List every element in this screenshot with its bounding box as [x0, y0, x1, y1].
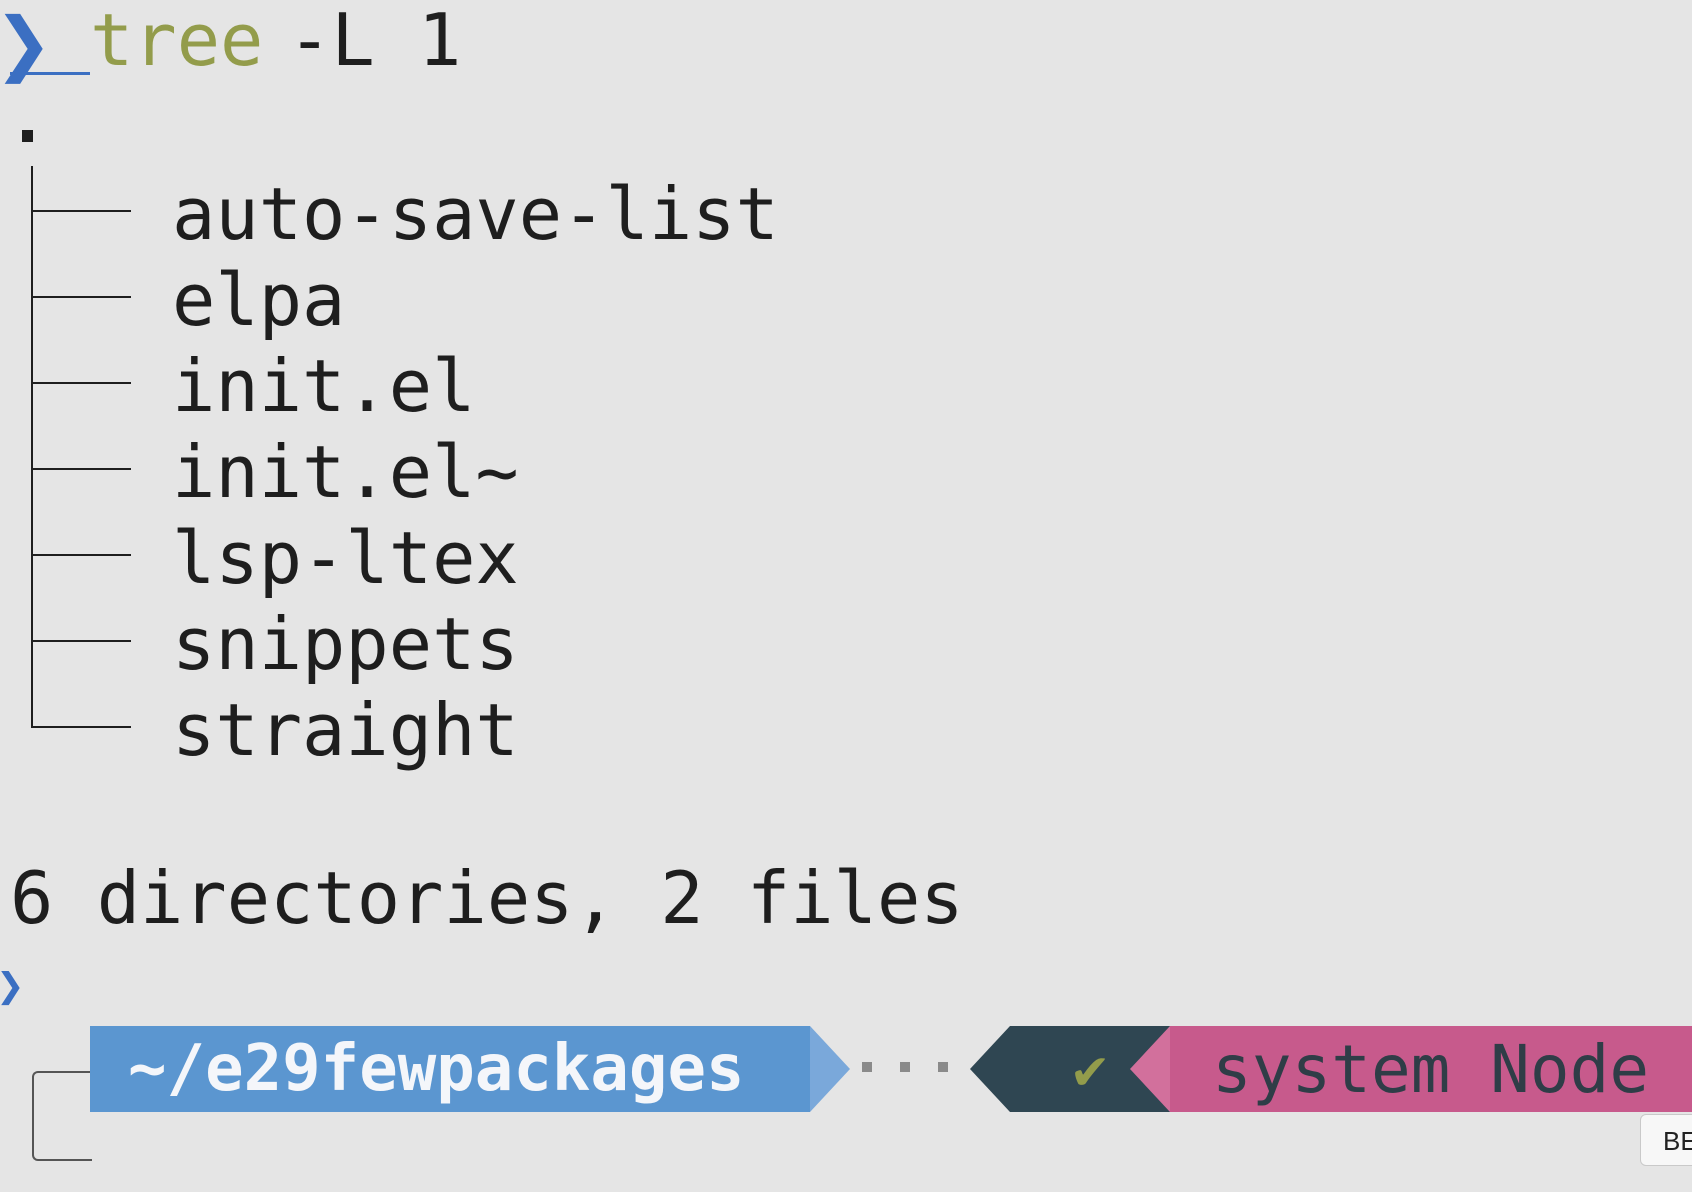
powerline-path-segment: ~/e29fewpackages — [90, 1026, 810, 1112]
tree-item-straight: straight — [172, 688, 519, 772]
node-version-label: system Node — [1212, 1030, 1650, 1108]
powerline-separator-arrow — [810, 1026, 850, 1112]
tree-connector — [31, 640, 131, 642]
powerline-separator-arrow — [970, 1026, 1010, 1112]
tree-item-auto-save-list: auto-save-list — [172, 172, 779, 256]
tree-root-dot — [22, 130, 33, 142]
prompt-bracket — [32, 1071, 92, 1161]
current-directory: ~/e29fewpackages — [128, 1032, 745, 1106]
command-args: -L 1 — [288, 0, 462, 82]
tree-connector — [31, 296, 131, 298]
powerline-filler-dots — [862, 1062, 948, 1072]
prompt-chevron-small-icon: ❯ — [0, 966, 25, 1006]
tree-item-lsp-ltex: lsp-ltex — [172, 516, 519, 600]
filler-dot — [938, 1062, 948, 1072]
check-icon: ✔ — [1073, 1036, 1107, 1102]
tree-connector — [31, 554, 131, 556]
command-name: tree — [90, 0, 264, 82]
filler-dot — [862, 1062, 872, 1072]
terminal-window[interactable]: ❯ tree -L 1 auto-save-list elpa init.el … — [0, 0, 1692, 1192]
tree-summary: 6 directories, 2 files — [10, 856, 964, 940]
filler-dot — [900, 1062, 910, 1072]
powerline-separator-arrow — [1130, 1026, 1170, 1112]
tree-connector — [31, 468, 131, 470]
tree-connector — [31, 726, 131, 728]
tree-branch-line — [31, 166, 33, 728]
tree-item-snippets: snippets — [172, 602, 519, 686]
tree-item-init-el: init.el — [172, 344, 476, 428]
tree-connector — [31, 382, 131, 384]
tree-connector — [31, 210, 131, 212]
tree-item-elpa: elpa — [172, 258, 346, 342]
prompt-cursor-underline — [10, 72, 90, 75]
powerline-node-segment: system Node — [1170, 1026, 1692, 1112]
corner-overlay-button[interactable]: BE — [1640, 1114, 1692, 1166]
tree-item-init-el-backup: init.el~ — [172, 430, 519, 514]
